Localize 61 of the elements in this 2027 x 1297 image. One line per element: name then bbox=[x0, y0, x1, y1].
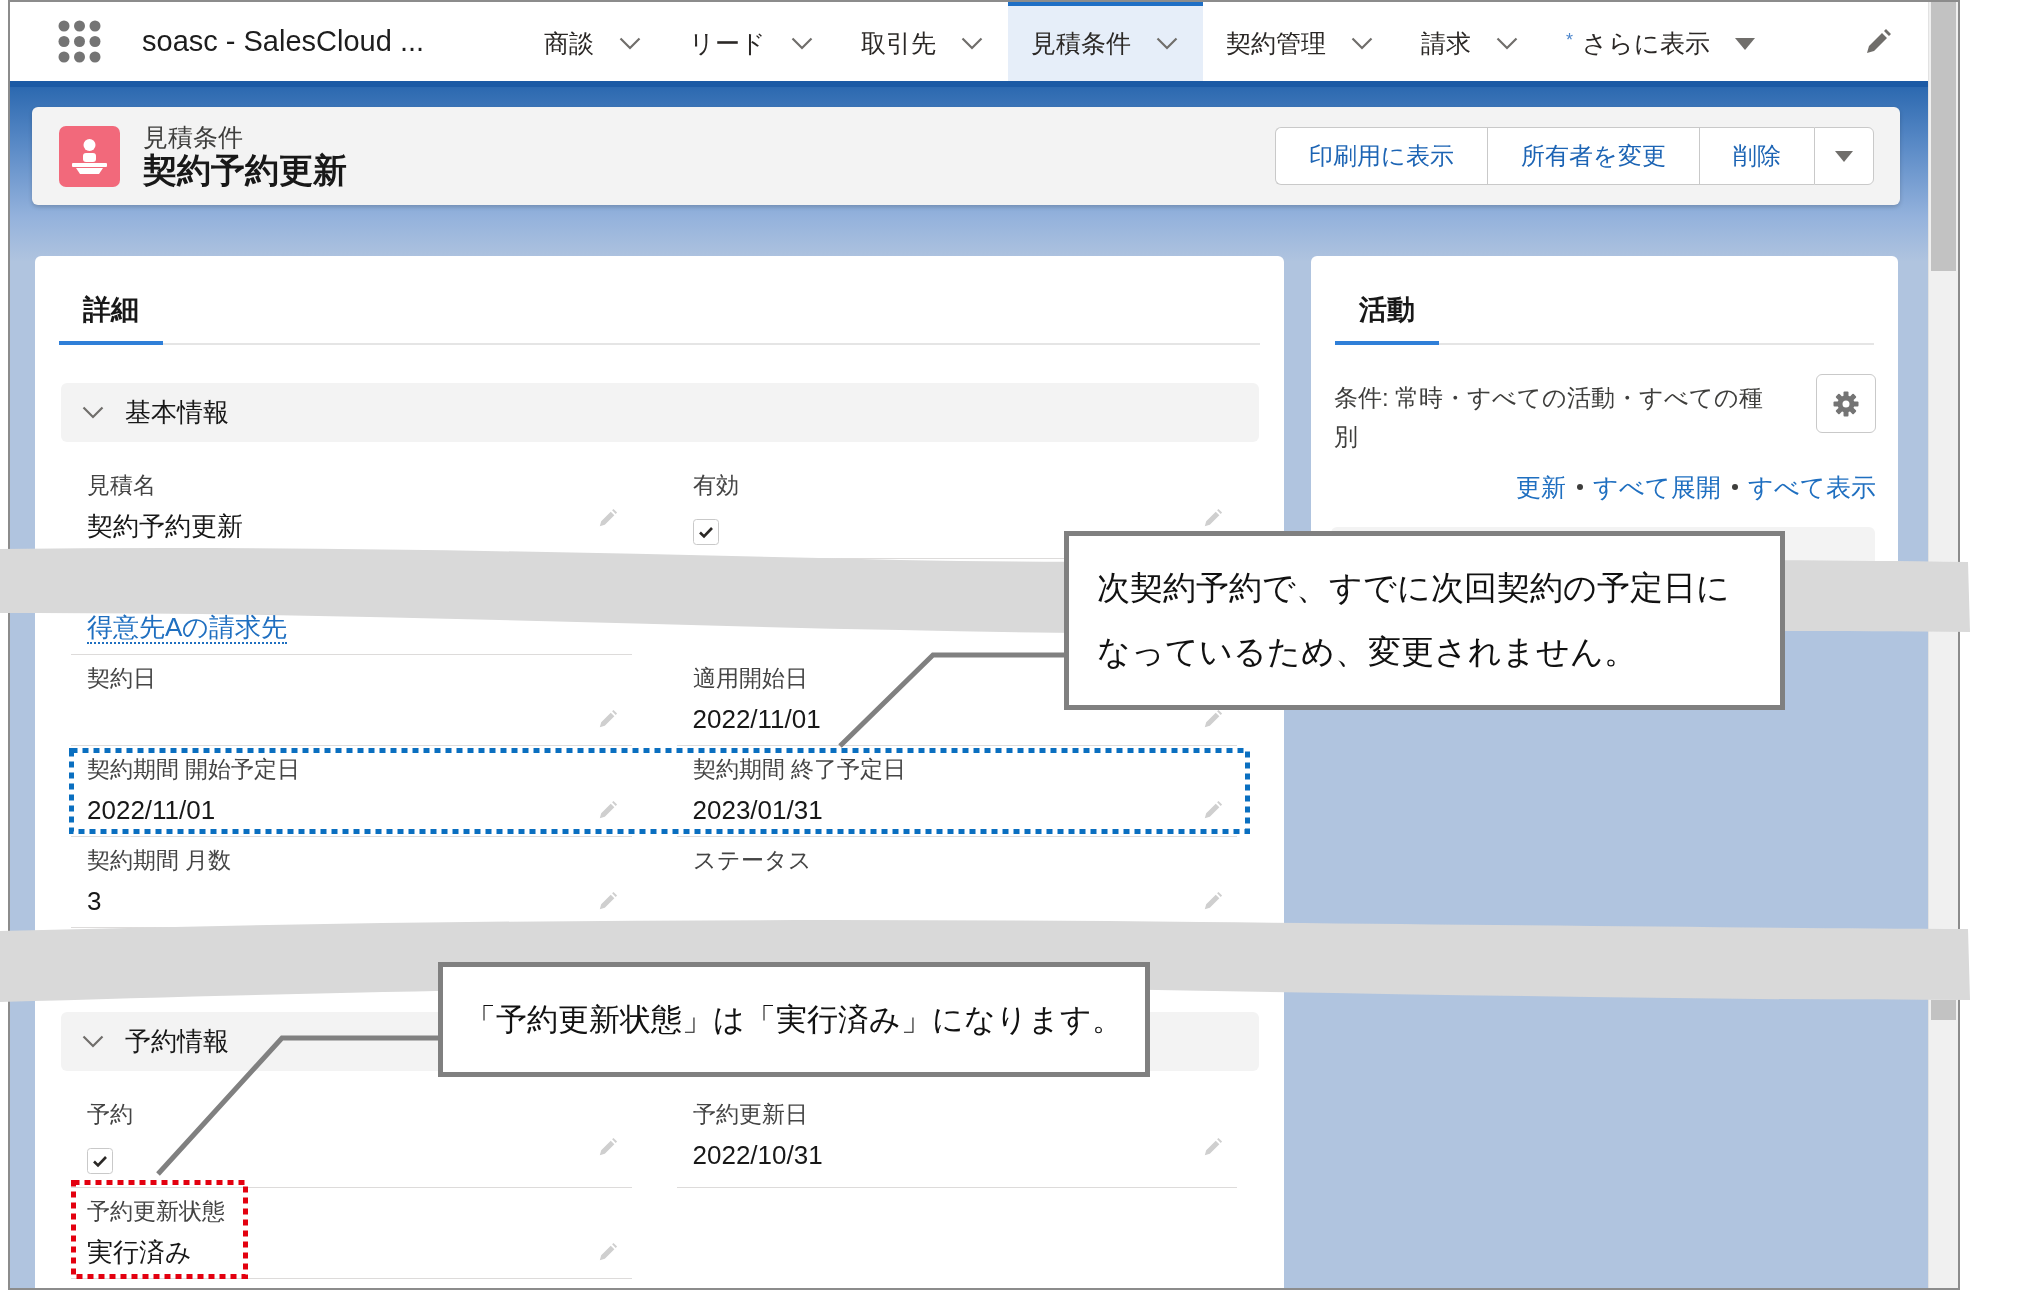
action-button[interactable]: 所有者を変更 bbox=[1487, 127, 1699, 185]
field-value: 3 bbox=[87, 885, 102, 917]
chevron-down-icon[interactable] bbox=[1496, 37, 1518, 50]
object-type-label: 見積条件 bbox=[143, 123, 244, 151]
separator-dot-icon bbox=[1576, 484, 1583, 490]
app-title: soasc - SalesCloud ... bbox=[142, 25, 425, 57]
activity-tab[interactable]: 活動 bbox=[1335, 278, 1439, 345]
filter-text: 条件: 常時・すべての活動・すべての種別 bbox=[1334, 383, 1765, 452]
scrollbar-thumb[interactable] bbox=[1931, 1000, 1956, 1020]
callout-tooltip: 「予約更新状態」は「実行済み」になります。 bbox=[438, 962, 1150, 1077]
field-label: 契約期間 開始予定日 bbox=[87, 755, 302, 784]
chevron-down-icon[interactable] bbox=[1156, 37, 1178, 50]
field-label: ステータス bbox=[692, 846, 813, 875]
field-label: 予約 bbox=[87, 1100, 134, 1129]
caret-down-icon bbox=[1835, 150, 1853, 162]
chevron-down-icon[interactable] bbox=[1351, 37, 1373, 50]
action-link[interactable]: すべて表示 bbox=[1748, 472, 1876, 502]
caret-down-icon[interactable] bbox=[1735, 37, 1755, 50]
details-tab[interactable]: 詳細 bbox=[59, 278, 163, 345]
nav-tab[interactable]: 請求 bbox=[1398, 2, 1543, 81]
nav-tab[interactable]: 取引先 bbox=[838, 2, 1008, 81]
nav-tab[interactable]: リード bbox=[666, 2, 838, 81]
checkbox[interactable] bbox=[87, 1148, 113, 1174]
pencil-icon[interactable] bbox=[1865, 28, 1891, 55]
chevron-down-icon[interactable] bbox=[791, 37, 813, 50]
action-link[interactable]: すべて展開 bbox=[1593, 472, 1721, 502]
record-title: 契約予約更新 bbox=[143, 151, 347, 189]
separator-dot-icon bbox=[1731, 484, 1738, 490]
field-label: 予約更新日 bbox=[692, 1100, 809, 1129]
person-podium-icon bbox=[59, 125, 120, 187]
field-value: 契約予約更新 bbox=[87, 509, 243, 543]
settings-button[interactable] bbox=[1816, 374, 1876, 433]
nav-tab[interactable]: 契約管理 bbox=[1203, 2, 1398, 81]
scrollbar-thumb[interactable] bbox=[1931, 2, 1956, 271]
field-value: 実行済み bbox=[87, 1235, 192, 1269]
nav-tab[interactable]: 見積条件 bbox=[1008, 2, 1203, 81]
chevron-down-icon[interactable] bbox=[619, 37, 641, 50]
callout-tooltip: 次契約予約で、すでに次回契約の予定日になっているため、変更されません。 bbox=[1064, 531, 1785, 710]
field-label: 契約期間 月数 bbox=[87, 846, 233, 875]
action-button[interactable]: 印刷用に表示 bbox=[1275, 127, 1487, 185]
action-link[interactable]: 更新 bbox=[1516, 472, 1566, 502]
app-launcher-icon[interactable] bbox=[58, 20, 101, 63]
field-label: 見積名 bbox=[87, 471, 157, 500]
field-value: 2023/01/31 bbox=[692, 794, 823, 826]
field-label: 有効 bbox=[692, 471, 740, 500]
field-label: 契約期間 終了予定日 bbox=[692, 755, 907, 784]
chevron-down-icon[interactable] bbox=[961, 37, 983, 50]
section-header[interactable]: 基本情報 bbox=[61, 383, 1259, 442]
field-value: 2022/11/01 bbox=[692, 703, 821, 735]
nav-tab[interactable]: 商談 bbox=[521, 2, 666, 81]
action-button[interactable]: 削除 bbox=[1699, 127, 1814, 185]
field-label: 予約更新状態 bbox=[87, 1197, 226, 1226]
field-label: 適用開始日 bbox=[692, 664, 809, 693]
checkbox[interactable] bbox=[692, 519, 719, 545]
field-value: 2022/11/01 bbox=[87, 794, 216, 826]
settings-icon bbox=[1833, 390, 1859, 417]
more-tab[interactable]: * さらに表示 bbox=[1543, 2, 1780, 81]
field-value: 2022/10/31 bbox=[692, 1139, 823, 1171]
more-actions-button[interactable] bbox=[1814, 127, 1874, 185]
field-label: 契約日 bbox=[87, 664, 157, 693]
pencil-icon[interactable] bbox=[1203, 709, 1223, 729]
